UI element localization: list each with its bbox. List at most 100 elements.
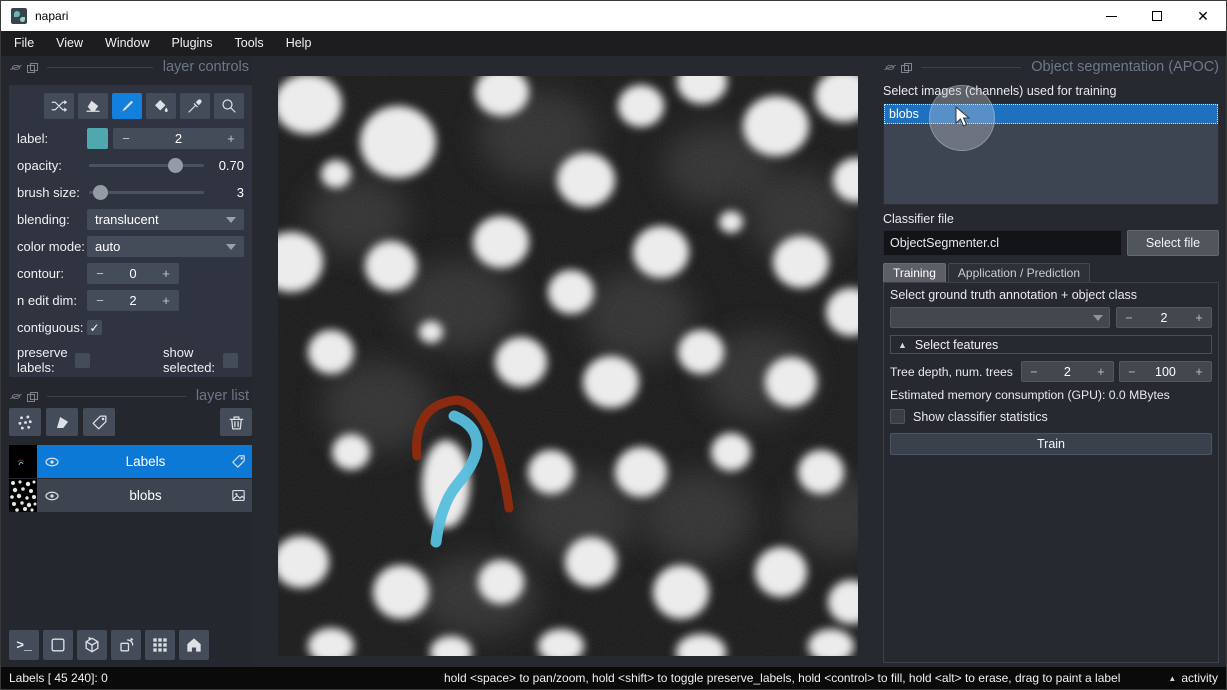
color-picker-button[interactable]	[180, 93, 210, 119]
opacity-slider-handle[interactable]	[168, 158, 183, 173]
tree-depth-label: Tree depth, num. trees	[890, 365, 1013, 379]
tag-icon	[90, 413, 109, 432]
paint-button[interactable]	[112, 93, 142, 119]
brush-size-slider[interactable]	[87, 182, 206, 203]
minimize-icon	[1106, 16, 1117, 17]
title-bar: napari ✕	[1, 1, 1226, 31]
labels-visibility-toggle[interactable]	[37, 453, 67, 471]
erase-button[interactable]	[78, 93, 108, 119]
opacity-slider[interactable]	[87, 155, 206, 176]
num-trees-value[interactable]: 100	[1144, 365, 1187, 379]
contour-row: contour: − 0 +	[17, 263, 244, 284]
select-images-label: Select images (channels) used for traini…	[883, 84, 1116, 98]
float-panel-icon[interactable]	[27, 63, 37, 72]
activity-button[interactable]: ▲ activity	[1168, 671, 1218, 685]
labels-layer-type	[224, 453, 252, 470]
float-panel-icon[interactable]	[901, 63, 911, 72]
select-file-button[interactable]: Select file	[1127, 230, 1219, 256]
viewer-canvas[interactable]	[252, 56, 878, 667]
trash-icon	[227, 413, 246, 432]
training-tab-panel: Select ground truth annotation + object …	[883, 282, 1219, 663]
object-class-decrement-button[interactable]: −	[1117, 311, 1141, 325]
contour-value[interactable]: 0	[113, 266, 153, 281]
label-row: label: − 2 +	[17, 128, 244, 149]
grid-view-button[interactable]	[145, 630, 175, 660]
plugin-dock: Object segmentation (APOC) Select images…	[876, 56, 1226, 667]
layer-row-labels[interactable]: Labels	[9, 445, 252, 478]
contour-increment-button[interactable]: +	[153, 266, 179, 281]
delete-layer-button[interactable]	[220, 408, 252, 436]
ground-truth-dropdown[interactable]	[890, 307, 1110, 328]
menu-help[interactable]: Help	[275, 31, 323, 56]
blending-row: blending: translucent	[17, 209, 244, 230]
menu-tools[interactable]: Tools	[224, 31, 275, 56]
new-shapes-layer-button[interactable]	[46, 408, 78, 436]
fill-button[interactable]	[146, 93, 176, 119]
contour-decrement-button[interactable]: −	[87, 266, 113, 281]
num-trees-increment-button[interactable]: +	[1187, 365, 1211, 379]
shuffle-colors-button[interactable]	[44, 93, 74, 119]
color-mode-dropdown[interactable]: auto	[87, 236, 244, 257]
n-edit-dim-row: n edit dim: − 2 +	[17, 290, 244, 311]
new-labels-layer-button[interactable]	[83, 408, 115, 436]
train-button[interactable]: Train	[890, 433, 1212, 455]
activity-label: activity	[1181, 671, 1218, 685]
layer-row-blobs[interactable]: blobs	[9, 479, 252, 512]
num-trees-decrement-button[interactable]: −	[1120, 365, 1144, 379]
maximize-button[interactable]	[1134, 1, 1180, 31]
object-class-increment-button[interactable]: +	[1187, 311, 1211, 325]
show-statistics-checkbox[interactable]	[890, 409, 905, 424]
show-selected-checkbox[interactable]	[223, 353, 238, 368]
object-class-value[interactable]: 2	[1141, 311, 1187, 325]
dock-divider	[921, 67, 1021, 68]
close-button[interactable]: ✕	[1180, 1, 1226, 31]
tree-depth-increment-button[interactable]: +	[1089, 365, 1113, 379]
transpose-dimensions-button[interactable]	[111, 630, 141, 660]
float-panel-icon[interactable]	[27, 392, 37, 401]
window-title: napari	[35, 9, 68, 23]
n-edit-dim-decrement-button[interactable]: −	[87, 293, 113, 308]
tab-training[interactable]: Training	[883, 263, 946, 282]
zoom-button[interactable]	[214, 93, 244, 119]
label-value[interactable]: 2	[139, 131, 218, 146]
hide-panel-icon[interactable]	[885, 63, 895, 72]
menu-window[interactable]: Window	[94, 31, 160, 56]
hide-panel-icon[interactable]	[11, 392, 21, 401]
plugin-title: Object segmentation (APOC)	[1031, 59, 1219, 75]
plugin-dock-header: Object segmentation (APOC)	[885, 59, 1219, 75]
minimize-button[interactable]	[1088, 1, 1134, 31]
color-mode-value: auto	[95, 239, 120, 254]
n-edit-dim-increment-button[interactable]: +	[153, 293, 179, 308]
maximize-icon	[1152, 11, 1162, 21]
select-features-toggle[interactable]: ▲ Select features	[890, 335, 1212, 354]
points-icon	[16, 413, 35, 432]
tree-depth-value[interactable]: 2	[1046, 365, 1089, 379]
blobs-visibility-toggle[interactable]	[37, 487, 67, 505]
label-decrement-button[interactable]: −	[113, 131, 139, 146]
ndisplay-toggle-button[interactable]	[43, 630, 73, 660]
memory-consumption-label: Estimated memory consumption (GPU): 0.0 …	[890, 388, 1212, 402]
preserve-labels-checkbox[interactable]	[75, 353, 90, 368]
menu-plugins[interactable]: Plugins	[161, 31, 224, 56]
new-points-layer-button[interactable]	[9, 408, 41, 436]
menu-file[interactable]: File	[3, 31, 45, 56]
brush-size-slider-handle[interactable]	[93, 185, 108, 200]
console-button[interactable]: >_	[9, 630, 39, 660]
grid-icon	[150, 635, 170, 655]
label-increment-button[interactable]: +	[218, 131, 244, 146]
home-button[interactable]	[179, 630, 209, 660]
blending-dropdown[interactable]: translucent	[87, 209, 244, 230]
hide-panel-icon[interactable]	[11, 63, 21, 72]
shuffle-icon	[50, 97, 68, 115]
tree-depth-decrement-button[interactable]: −	[1022, 365, 1046, 379]
canvas-image[interactable]	[278, 76, 858, 656]
n-edit-dim-value[interactable]: 2	[113, 293, 153, 308]
tree-depth-spinbox: − 2 +	[1021, 361, 1114, 382]
dock-divider	[47, 396, 186, 397]
tab-application-prediction[interactable]: Application / Prediction	[948, 263, 1090, 282]
menu-view[interactable]: View	[45, 31, 94, 56]
roll-dimensions-button[interactable]	[77, 630, 107, 660]
classifier-file-input[interactable]: ObjectSegmenter.cl	[883, 230, 1122, 256]
contiguous-checkbox[interactable]: ✓	[87, 320, 102, 335]
label-color-swatch[interactable]	[87, 128, 108, 149]
